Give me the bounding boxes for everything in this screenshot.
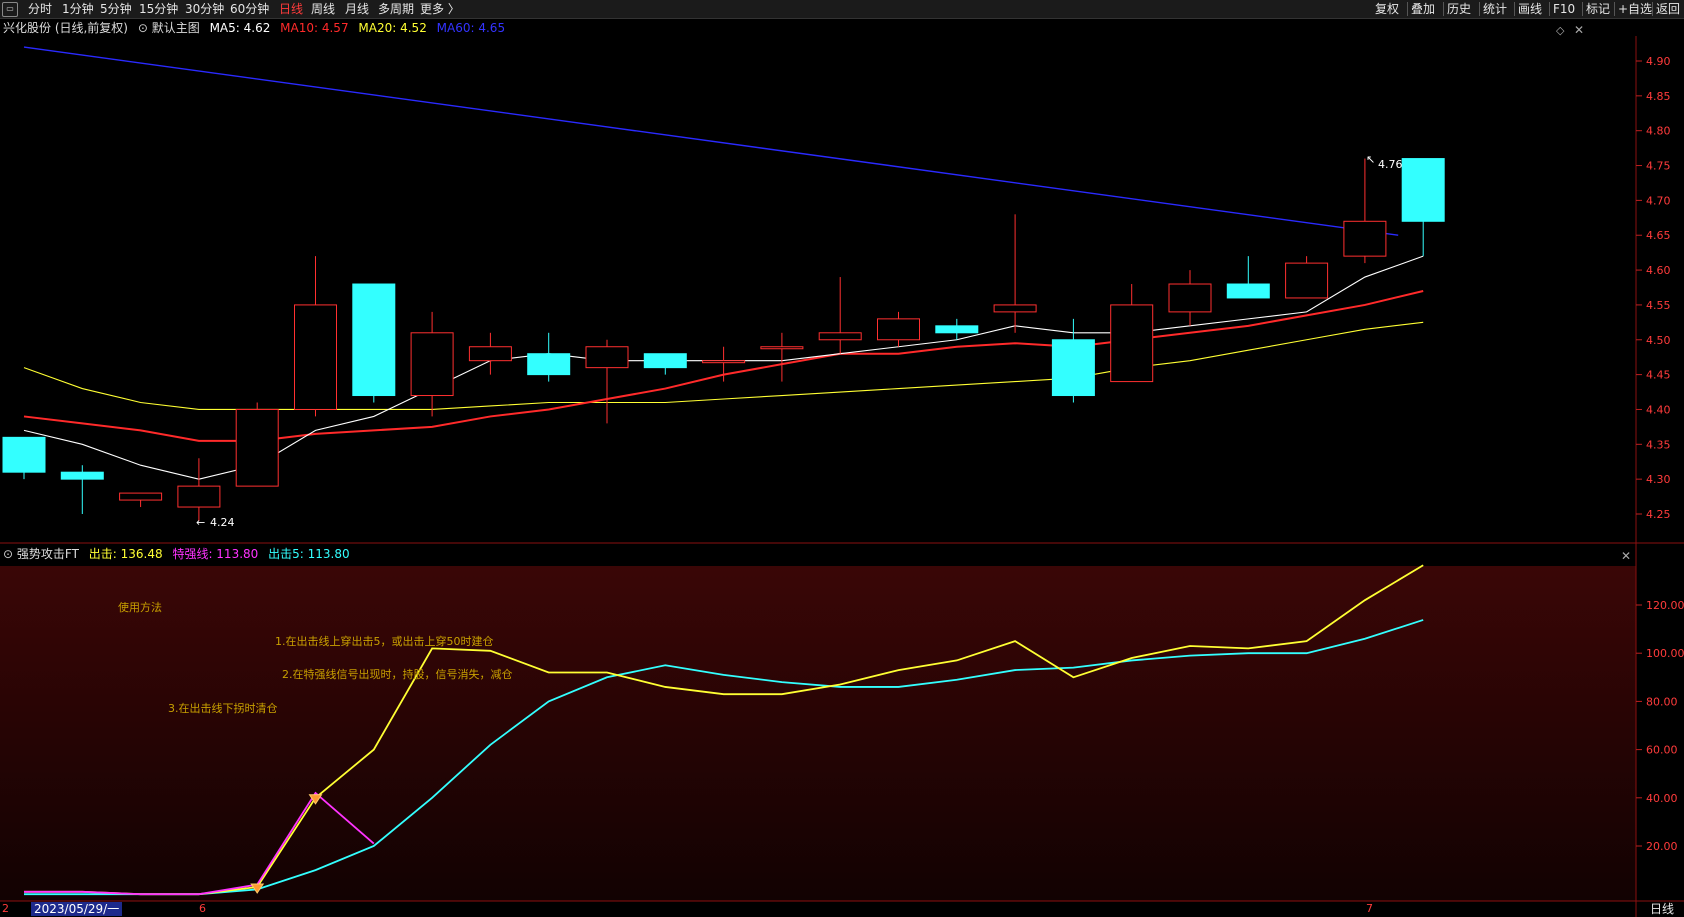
price-tick-label: 4.85	[1646, 90, 1671, 103]
price-tick-label: 4.60	[1646, 264, 1671, 277]
price-tick-label: 4.80	[1646, 125, 1671, 138]
ma60-line	[23, 46, 1399, 236]
date-cursor-label: 2023/05/29/一	[31, 902, 123, 916]
candle-body	[1285, 262, 1329, 299]
high-arrow-icon: ↖	[1366, 153, 1375, 166]
indicator-tick-label: 40.00	[1646, 792, 1678, 805]
candle-body	[702, 360, 746, 364]
notes-title: 使用方法	[118, 600, 162, 614]
candle-body	[1110, 304, 1154, 383]
candle-body	[235, 408, 279, 487]
price-tick-label: 4.30	[1646, 473, 1671, 486]
candle-body	[585, 346, 629, 369]
price-tick-label: 4.70	[1646, 194, 1671, 207]
price-axis: 4.90 4.85 4.80 4.75 4.70 4.65 4.60 4.55 4.50 4.45…	[1636, 55, 1671, 521]
candle-body	[643, 353, 687, 369]
bottom-mark-2: 6	[199, 902, 206, 915]
candle-body	[527, 353, 571, 376]
indicator-axis: 120.00 100.00 80.00 60.00 40.00 20.00	[1636, 599, 1684, 853]
indicator-background	[0, 566, 1636, 901]
price-tick-label: 4.75	[1646, 160, 1671, 173]
candle-body	[1051, 339, 1095, 397]
indicator-tick-label: 120.00	[1646, 599, 1684, 612]
candle-body	[177, 485, 221, 508]
notes-line3: 3.在出击线下拐时清仓	[168, 701, 278, 715]
high-price-mark: 4.76	[1378, 158, 1403, 171]
price-tick-label: 4.40	[1646, 403, 1671, 416]
notes-line1: 1.在出击线上穿出击5，或出击上穿50时建仓	[275, 634, 494, 648]
price-tick-label: 4.90	[1646, 55, 1671, 68]
price-tick-label: 4.50	[1646, 334, 1671, 347]
candles	[2, 158, 1445, 521]
candle-body	[2, 436, 46, 473]
bottom-mark-3: 7	[1366, 902, 1373, 915]
candle-body	[468, 346, 512, 362]
price-tick-label: 4.25	[1646, 508, 1671, 521]
candle-body	[119, 492, 163, 501]
candle-body	[60, 471, 104, 480]
indicator-tick-label: 60.00	[1646, 744, 1678, 757]
indicator-tick-label: 80.00	[1646, 695, 1678, 708]
low-price-mark: 4.24	[210, 516, 235, 529]
close-indicator-icon[interactable]: ✕	[1621, 549, 1631, 563]
indicator-tick-label: 100.00	[1646, 647, 1684, 660]
candle-body	[877, 318, 920, 341]
diamond-icon[interactable]: ◇	[1556, 24, 1565, 37]
price-tick-label: 4.65	[1646, 229, 1671, 242]
ma-lines	[23, 46, 1424, 480]
indicator-tick-label: 20.00	[1646, 840, 1678, 853]
candle-body	[410, 332, 454, 397]
candle-body	[935, 325, 979, 334]
close-icon[interactable]: ✕	[1574, 23, 1584, 37]
period-label[interactable]: 日线	[1650, 902, 1674, 916]
candle-body	[1401, 158, 1445, 222]
candle-body	[993, 304, 1037, 313]
candle-body	[1168, 283, 1212, 313]
low-arrow-icon: ←	[196, 516, 205, 529]
kline-chart[interactable]: 4.90 4.85 4.80 4.75 4.70 4.65 4.60 4.55 4.50 4.45…	[0, 0, 1684, 917]
candle-body	[818, 332, 862, 341]
candle-body	[352, 283, 396, 397]
candle-body	[1226, 283, 1270, 299]
bottom-mark-1: 2	[2, 902, 9, 915]
price-tick-label: 4.35	[1646, 438, 1671, 451]
price-tick-label: 4.55	[1646, 299, 1671, 312]
notes-line2: 2.在特强线信号出现时，持股，信号消失，减仓	[282, 667, 513, 681]
candle-body	[760, 346, 804, 350]
candle-body	[294, 304, 337, 410]
price-tick-label: 4.45	[1646, 369, 1671, 382]
candle-body	[1343, 220, 1387, 257]
